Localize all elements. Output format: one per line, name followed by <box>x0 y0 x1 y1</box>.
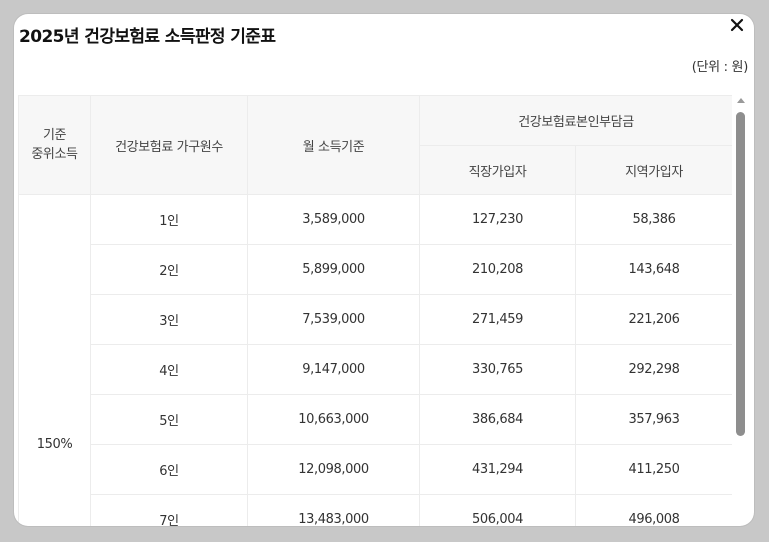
cell-regional: 357,963 <box>574 394 732 445</box>
table-row: 4인 9,147,000 330,765 292,298 <box>19 344 732 395</box>
header-household-size: 건강보험료 가구원수 <box>90 95 248 195</box>
cell-employee: 386,684 <box>419 394 576 445</box>
cell-income: 9,147,000 <box>247 344 420 395</box>
cell-income: 13,483,000 <box>247 494 420 526</box>
vertical-scrollbar[interactable] <box>735 98 747 526</box>
scroll-up-arrow-icon[interactable] <box>737 98 745 103</box>
median-income-level-cell: 150% <box>18 194 91 526</box>
cell-household: 1인 <box>90 194 248 245</box>
cell-household: 3인 <box>90 294 248 345</box>
cell-employee: 431,294 <box>419 444 576 495</box>
table-row: 5인 10,663,000 386,684 357,963 <box>19 394 732 445</box>
table-row: 150% 1인 3,589,000 127,230 58,386 <box>18 194 732 526</box>
cell-employee: 210,208 <box>419 244 576 295</box>
table-row: 6인 12,098,000 431,294 411,250 <box>19 444 732 495</box>
header-median-income: 기준 중위소득 <box>18 95 91 195</box>
criteria-table-container: 기준 중위소득 건강보험료 가구원수 월 소득기준 건강보험료본인부담금 직장가… <box>18 95 732 526</box>
cell-regional: 496,008 <box>574 494 732 526</box>
table-body: 150% 1인 3,589,000 127,230 58,386 2인 5,899,000 2… <box>18 194 732 526</box>
cell-regional: 411,250 <box>574 444 732 495</box>
cell-employee: 330,765 <box>419 344 576 395</box>
cell-household: 5인 <box>90 394 248 445</box>
criteria-table: 기준 중위소득 건강보험료 가구원수 월 소득기준 건강보험료본인부담금 직장가… <box>18 95 732 526</box>
cell-household: 2인 <box>90 244 248 295</box>
scroll-thumb[interactable] <box>736 112 745 436</box>
cell-employee: 127,230 <box>419 194 576 245</box>
cell-regional: 221,206 <box>574 294 732 345</box>
header-premium-group: 건강보험료본인부담금 <box>418 95 732 146</box>
cell-regional: 58,386 <box>574 194 732 245</box>
header-regional: 지역가입자 <box>574 145 732 195</box>
table-row: 7인 13,483,000 506,004 496,008 <box>19 494 732 526</box>
table-row: 2인 5,899,000 210,208 143,648 <box>19 244 732 295</box>
cell-regional: 143,648 <box>574 244 732 295</box>
cell-household: 6인 <box>90 444 248 495</box>
close-button[interactable] <box>728 16 746 34</box>
cell-employee: 506,004 <box>419 494 576 526</box>
cell-income: 3,589,000 <box>247 194 420 245</box>
close-icon <box>730 18 744 32</box>
cell-household: 4인 <box>90 344 248 395</box>
cell-income: 12,098,000 <box>247 444 420 495</box>
header-employee: 직장가입자 <box>419 145 576 195</box>
income-criteria-dialog: 2025년 건강보험료 소득판정 기준표 (단위 : 원) 기준 중위소득 건강… <box>14 14 754 526</box>
header-monthly-income: 월 소득기준 <box>247 95 420 195</box>
cell-income: 5,899,000 <box>247 244 420 295</box>
cell-household: 7인 <box>90 494 248 526</box>
cell-income: 7,539,000 <box>247 294 420 345</box>
cell-regional: 292,298 <box>574 344 732 395</box>
dialog-title: 2025년 건강보험료 소득판정 기준표 <box>19 27 276 47</box>
unit-label: (단위 : 원) <box>691 60 749 75</box>
table-row: 3인 7,539,000 271,459 221,206 <box>19 294 732 345</box>
cell-employee: 271,459 <box>419 294 576 345</box>
cell-income: 10,663,000 <box>247 394 420 445</box>
